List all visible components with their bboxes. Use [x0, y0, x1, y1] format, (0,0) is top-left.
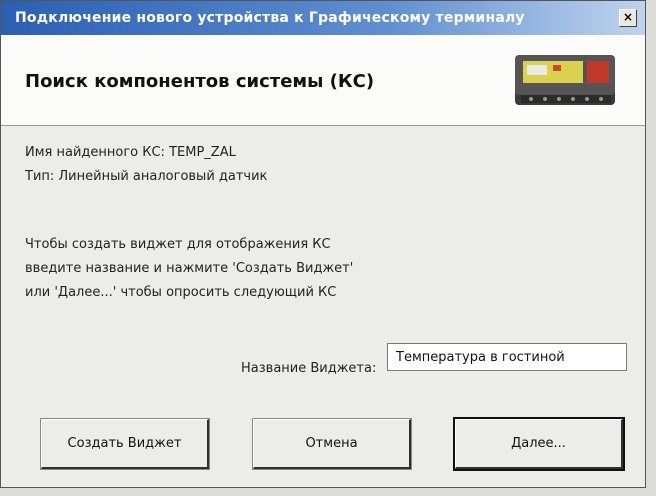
widget-name-input[interactable]: [387, 343, 627, 371]
dialog-window: Подключение нового устройства к Графичес…: [0, 0, 646, 488]
title-bar[interactable]: Подключение нового устройства к Графичес…: [1, 1, 645, 35]
found-type-text: Тип: Линейный аналоговый датчик: [25, 169, 268, 184]
header-panel: Поиск компонентов системы (КС): [1, 35, 645, 126]
instruction-line: или 'Далее...' чтобы опросить следующий …: [25, 285, 337, 300]
window-title: Подключение нового устройства к Графичес…: [15, 10, 525, 26]
header-title: Поиск компонентов системы (КС): [25, 71, 375, 92]
instruction-line: введите название и нажмите 'Создать Видж…: [25, 261, 354, 276]
device-image-icon: [515, 55, 615, 105]
found-name-text: Имя найденного КС: TEMP_ZAL: [25, 145, 236, 160]
next-button[interactable]: Далее...: [453, 417, 625, 471]
create-widget-button[interactable]: Создать Виджет: [40, 418, 210, 470]
close-icon: ×: [622, 10, 634, 24]
widget-name-label: Название Виджета:: [241, 361, 377, 376]
instruction-line: Чтобы создать виджет для отображения КС: [25, 237, 331, 252]
cancel-button[interactable]: Отмена: [252, 418, 412, 470]
close-button[interactable]: ×: [619, 9, 637, 27]
